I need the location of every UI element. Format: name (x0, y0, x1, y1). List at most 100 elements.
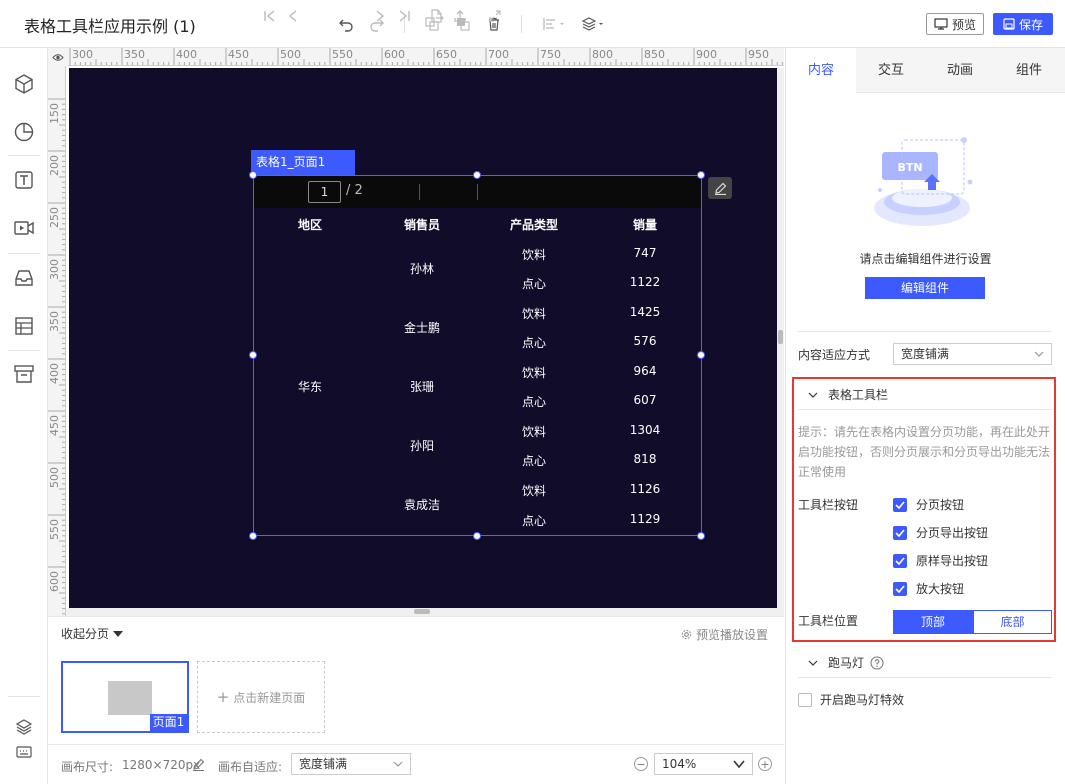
edit-component-icon[interactable] (708, 177, 732, 199)
content-fit-label: 内容适应方式 (798, 348, 871, 362)
tab-animation[interactable]: 动画 (925, 48, 995, 93)
monitor-icon (934, 18, 948, 30)
preview-button[interactable]: 预览 (926, 13, 984, 35)
illustration-label: BTN (897, 161, 922, 174)
cube-icon[interactable] (12, 72, 36, 96)
resize-handle[interactable] (697, 532, 705, 540)
toolbar-tip: 提示：请先在表格内设置分页功能，再在此处开启功能按钮，否则分页展示和分页导出功能… (798, 425, 1051, 479)
export-icon[interactable] (452, 8, 468, 24)
ruler-label: 700 (488, 48, 509, 61)
preview-settings-link[interactable]: 预览播放设置 (681, 626, 768, 643)
resize-handle[interactable] (473, 532, 481, 540)
table-icon[interactable] (12, 314, 36, 338)
checkbox-checked-icon[interactable] (893, 497, 907, 512)
expand-icon[interactable] (487, 8, 503, 24)
position-top-button[interactable]: 顶部 (893, 610, 973, 634)
ruler-label: 500 (48, 467, 61, 488)
checkbox-checked-icon[interactable] (893, 581, 907, 596)
cell-quantity: 1126 (629, 482, 661, 496)
new-page-label: 点击新建页面 (233, 690, 306, 705)
new-page-button[interactable]: + 点击新建页面 (197, 661, 325, 733)
canvas-scrollbar-horizontal[interactable] (66, 608, 784, 616)
save-button[interactable]: 保存 (993, 13, 1053, 35)
tab-content[interactable]: 内容 (786, 48, 856, 93)
cell-quantity: 1425 (629, 305, 661, 319)
chevron-down-icon (808, 392, 818, 398)
cell-region: 华东 (297, 380, 322, 394)
resize-handle[interactable] (473, 171, 481, 179)
undo-icon[interactable] (336, 14, 356, 34)
next-page-icon[interactable] (372, 8, 388, 24)
pie-chart-icon[interactable] (12, 120, 36, 144)
zoom-out-icon[interactable]: − (634, 757, 648, 771)
video-icon[interactable] (12, 216, 36, 240)
layers-icon[interactable] (12, 715, 36, 739)
table-toolbar-title: 表格工具栏 (828, 388, 889, 402)
table-toolbar-header[interactable]: 表格工具栏 (808, 386, 888, 403)
position-bottom-button[interactable]: 底部 (973, 610, 1052, 634)
cell-product-type: 点心 (521, 336, 546, 350)
resize-handle[interactable] (697, 171, 705, 179)
cell-salesperson: 孙林 (409, 262, 434, 276)
col-header-region: 地区 (297, 218, 322, 232)
collapse-pages-toggle[interactable]: 收起分页 (61, 625, 124, 642)
checkbox-original-export-button[interactable]: 原样导出按钮 (893, 552, 988, 569)
cell-salesperson: 张珊 (409, 380, 434, 394)
help-icon[interactable] (870, 655, 884, 670)
chevron-down-icon (393, 761, 403, 767)
last-page-icon[interactable] (396, 8, 412, 24)
preview-settings-label: 预览播放设置 (696, 628, 769, 642)
toolbar-buttons-label: 工具栏按钮 (798, 498, 859, 512)
page-total: / 2 (346, 183, 363, 198)
canvas-scrollbar-vertical[interactable] (777, 68, 784, 608)
marquee-enable-label: 开启跑马灯特效 (820, 693, 905, 707)
checkbox-page-export-button[interactable]: 分页导出按钮 (893, 524, 988, 541)
ruler-label: 300 (48, 259, 61, 280)
align-icon[interactable] (541, 14, 567, 34)
page-export-icon[interactable] (429, 8, 445, 24)
page-number-input[interactable]: 1 (308, 181, 341, 203)
zoom-in-icon[interactable]: + (758, 757, 772, 771)
checkbox-checked-icon[interactable] (893, 553, 907, 568)
plus-icon: + (216, 688, 230, 706)
eye-icon[interactable] (48, 48, 68, 66)
ruler-label: 850 (644, 48, 665, 61)
canvas-fit-select[interactable]: 宽度铺满 (291, 753, 411, 775)
first-page-icon[interactable] (262, 8, 278, 24)
resize-handle[interactable] (249, 532, 257, 540)
cell-quantity: 747 (633, 246, 657, 260)
resize-handle[interactable] (697, 351, 705, 359)
marquee-enable-checkbox[interactable]: 开启跑马灯特效 (798, 691, 904, 708)
ruler-label: 900 (696, 48, 717, 61)
marquee-header[interactable]: 跑马灯 (808, 654, 884, 671)
content-fit-select[interactable]: 宽度铺满 (893, 343, 1052, 365)
checkbox-unchecked-icon[interactable] (798, 692, 812, 707)
text-icon[interactable] (12, 168, 36, 192)
ruler-label: 350 (48, 311, 61, 332)
zoom-select[interactable]: 104% (654, 753, 753, 775)
resize-handle[interactable] (249, 351, 257, 359)
cell-product-type: 点心 (521, 277, 546, 291)
archive-icon[interactable] (12, 362, 36, 386)
keyboard-icon[interactable] (12, 740, 36, 764)
resize-handle[interactable] (249, 171, 257, 179)
edit-size-icon[interactable] (192, 758, 205, 774)
edit-hint: 请点击编辑组件进行设置 (859, 252, 992, 266)
gear-icon (681, 629, 692, 640)
checkbox-checked-icon[interactable] (893, 525, 907, 540)
checkbox-page-button[interactable]: 分页按钮 (893, 496, 964, 513)
tab-interaction[interactable]: 交互 (856, 48, 926, 93)
prev-page-icon[interactable] (285, 8, 301, 24)
tab-component[interactable]: 组件 (994, 48, 1064, 93)
canvas-size-value: 1280×720px (122, 758, 201, 772)
inbox-icon[interactable] (12, 266, 36, 290)
edit-component-button[interactable]: 编辑组件 (865, 277, 985, 299)
page-thumbnail-label: 页面1 (150, 714, 187, 731)
ruler-label: 500 (280, 48, 301, 61)
cell-product-type: 饮料 (521, 366, 546, 380)
chevron-down-icon (808, 660, 818, 666)
checkbox-label: 原样导出按钮 (916, 554, 989, 568)
layer-icon[interactable] (580, 14, 606, 34)
checkbox-zoom-button[interactable]: 放大按钮 (893, 580, 964, 597)
ruler-label: 350 (124, 48, 145, 61)
